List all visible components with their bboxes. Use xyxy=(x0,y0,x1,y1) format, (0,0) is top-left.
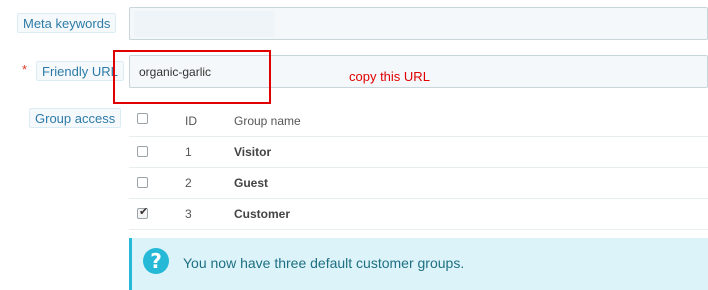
group-id: 2 xyxy=(185,176,192,190)
group-access-label: Group access xyxy=(29,108,122,128)
group-access-table: ID Group name 1 Visitor 2 Guest ✔ 3 Cust… xyxy=(129,105,708,230)
annotation-text: copy this URL xyxy=(349,69,430,84)
info-alert: ? You now have three default customer gr… xyxy=(129,238,708,290)
select-all-checkbox[interactable] xyxy=(137,113,148,124)
group-name: Guest xyxy=(234,176,269,190)
alert-message: You now have three default customer grou… xyxy=(183,255,465,271)
meta-keywords-input[interactable] xyxy=(129,7,708,40)
group-checkbox-customer[interactable]: ✔ xyxy=(137,205,149,219)
column-header-id: ID xyxy=(185,114,197,128)
table-header-row: ID Group name xyxy=(129,105,708,137)
annotation-highlight-box xyxy=(113,50,271,104)
group-name: Visitor xyxy=(234,145,272,159)
table-row: ✔ 3 Customer xyxy=(129,199,708,230)
meta-keywords-tag-area[interactable] xyxy=(134,11,275,37)
group-checkbox-guest[interactable] xyxy=(137,177,148,188)
required-marker: * xyxy=(22,62,28,77)
meta-keywords-label: Meta keywords xyxy=(17,13,117,33)
checkmark-icon: ✔ xyxy=(139,205,149,218)
friendly-url-label: Friendly URL xyxy=(36,61,124,81)
question-icon: ? xyxy=(143,248,169,274)
group-id: 3 xyxy=(185,207,192,221)
group-id: 1 xyxy=(185,145,192,159)
group-name: Customer xyxy=(234,207,291,221)
table-row: 1 Visitor xyxy=(129,137,708,168)
column-header-group-name: Group name xyxy=(234,114,301,128)
group-checkbox-visitor[interactable] xyxy=(137,146,148,157)
table-row: 2 Guest xyxy=(129,168,708,199)
